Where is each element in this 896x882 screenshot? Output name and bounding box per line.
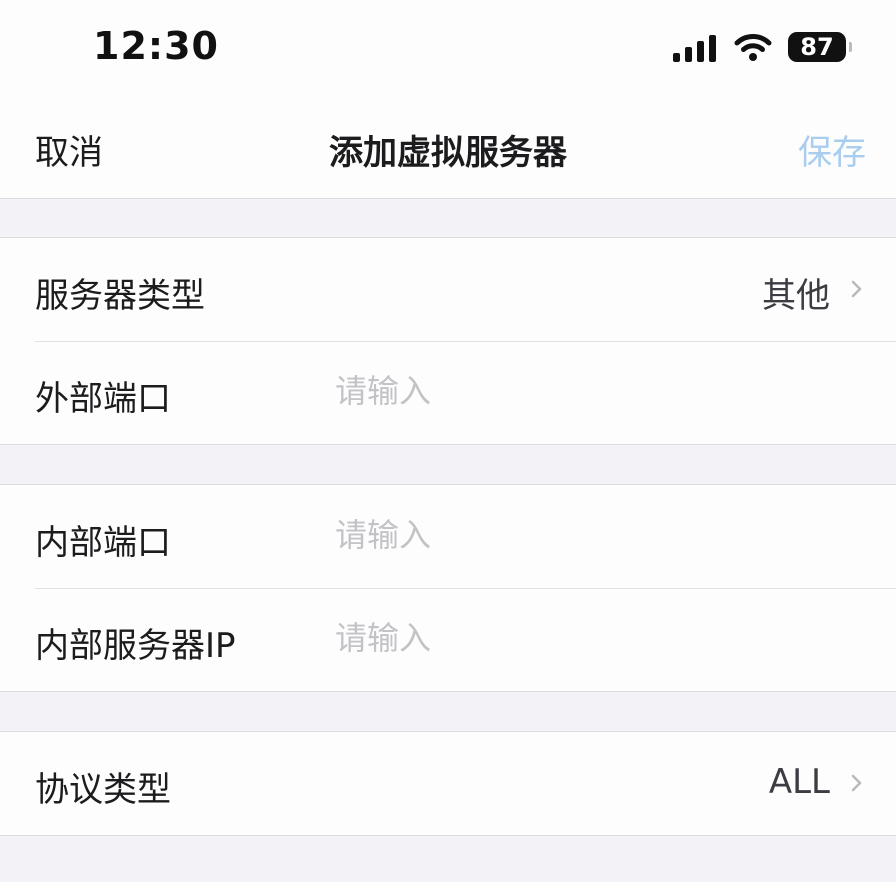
external-port-input[interactable] xyxy=(335,365,835,417)
page-title: 添加虚拟服务器 xyxy=(329,133,567,173)
server-settings-group: 服务器类型 其他 外部端口 xyxy=(0,237,896,445)
internal-ip-input[interactable] xyxy=(335,612,835,664)
server-type-row[interactable]: 服务器类型 其他 xyxy=(0,238,896,341)
internal-settings-group: 内部端口 内部服务器IP xyxy=(0,484,896,692)
protocol-type-label: 协议类型 xyxy=(35,770,171,810)
server-type-value: 其他 xyxy=(762,276,830,316)
wifi-icon xyxy=(734,34,772,61)
external-port-label: 外部端口 xyxy=(35,379,171,419)
chevron-right-icon xyxy=(851,774,862,792)
status-icons: 87 xyxy=(673,30,852,64)
protocol-type-value: ALL xyxy=(768,762,830,802)
server-type-label: 服务器类型 xyxy=(35,276,205,316)
status-time: 12:30 xyxy=(93,24,219,68)
protocol-type-row[interactable]: 协议类型 ALL xyxy=(0,732,896,835)
battery-icon: 87 xyxy=(788,32,852,62)
signal-icon xyxy=(673,32,716,62)
internal-port-label: 内部端口 xyxy=(35,523,171,563)
chevron-right-icon xyxy=(851,280,862,298)
save-button[interactable]: 保存 xyxy=(798,125,866,174)
protocol-group: 协议类型 ALL xyxy=(0,731,896,836)
internal-port-row: 内部端口 xyxy=(0,485,896,588)
battery-level: 87 xyxy=(800,33,834,61)
status-bar: 12:30 87 xyxy=(0,0,896,95)
external-port-row: 外部端口 xyxy=(0,341,896,444)
navigation-bar: 取消 添加虚拟服务器 保存 xyxy=(0,95,896,199)
battery-nub xyxy=(849,42,852,52)
internal-ip-label: 内部服务器IP xyxy=(35,626,236,666)
internal-ip-row: 内部服务器IP xyxy=(0,588,896,691)
internal-port-input[interactable] xyxy=(335,509,835,561)
